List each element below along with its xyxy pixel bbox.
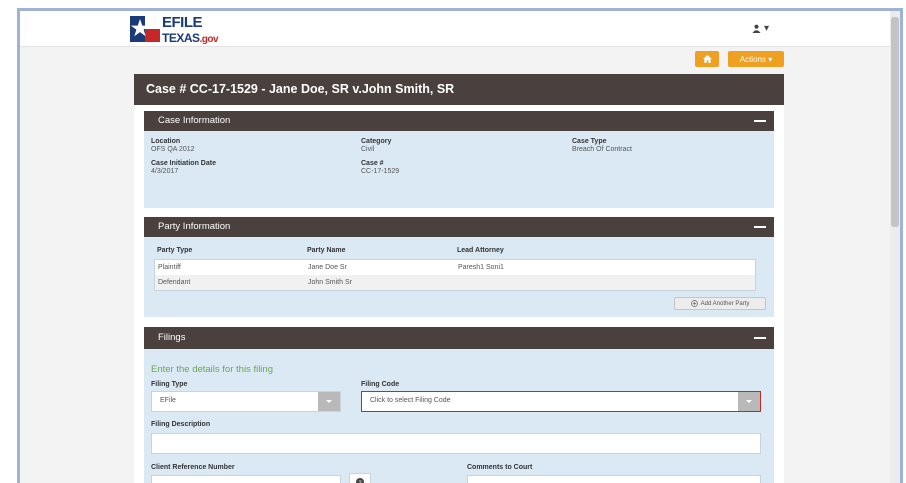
party-info-title: Party Information — [158, 221, 231, 232]
filing-code-label: Filing Code — [361, 381, 400, 388]
filing-code-placeholder: Click to select Filing Code — [370, 397, 451, 404]
location-value: OFS QA 2012 — [151, 146, 195, 153]
user-menu[interactable]: ▾ — [752, 23, 769, 34]
add-another-party-button[interactable]: Add Another Party — [674, 297, 766, 310]
collapse-icon[interactable] — [754, 120, 766, 122]
case-panel: Case Information Location OFS QA 2012 Ca… — [134, 105, 784, 483]
client-reference-input[interactable] — [151, 475, 341, 483]
browser-frame: EFILE TEXAS.gov ▾ Actions ▾ Case # CC-17… — [17, 8, 903, 483]
efile-texas-logo[interactable]: EFILE TEXAS.gov — [130, 13, 219, 45]
logo-efile: EFILE — [162, 13, 203, 31]
scrollbar-thumb[interactable] — [891, 17, 899, 227]
case-title: Case # CC-17-1529 - Jane Doe, SR v.John … — [134, 74, 784, 105]
category-label: Category — [361, 138, 392, 145]
location-label: Location — [151, 138, 181, 145]
party-type-cell: Defendant — [158, 279, 191, 286]
filing-description-input[interactable] — [151, 433, 761, 454]
initiation-date-label: Case Initiation Date — [151, 160, 216, 167]
party-name-cell: John Smith Sr — [308, 279, 352, 286]
col-lead-attorney: Lead Attorney — [457, 247, 504, 254]
table-row[interactable]: Defendant John Smith Sr — [155, 275, 755, 290]
party-info-header[interactable]: Party Information — [144, 217, 774, 237]
party-name-cell: Jane Doe Sr — [308, 264, 347, 271]
chevron-down-icon[interactable] — [318, 392, 340, 411]
filing-description-label: Filing Description — [151, 421, 211, 428]
collapse-icon[interactable] — [754, 337, 766, 339]
col-party-type: Party Type — [157, 247, 193, 254]
collapse-icon[interactable] — [754, 226, 766, 228]
texas-star-icon — [130, 16, 160, 42]
comments-label: Comments to Court — [467, 464, 533, 471]
add-party-label: Add Another Party — [700, 300, 750, 307]
question-icon: ? — [356, 478, 364, 483]
actions-dropdown-button[interactable]: Actions ▾ — [728, 51, 784, 67]
logo-texas-word: TEXAS — [162, 30, 200, 45]
filings-subtitle: Enter the details for this filing — [151, 364, 273, 375]
case-type-value: Breach Of Contract — [572, 146, 632, 153]
plus-circle-icon — [690, 300, 698, 307]
lead-attorney-cell: Paresh1 Soni1 — [458, 264, 504, 271]
case-info-body: Location OFS QA 2012 Category Civil Case… — [144, 131, 774, 208]
col-party-name: Party Name — [307, 247, 346, 254]
case-info-header[interactable]: Case Information — [144, 111, 774, 131]
top-navbar: EFILE TEXAS.gov ▾ — [20, 11, 900, 47]
party-type-cell: Plaintiff — [158, 264, 181, 271]
filings-header[interactable]: Filings — [144, 327, 774, 349]
party-table-header: Party Type Party Name Lead Attorney — [154, 243, 764, 257]
party-info-body: Party Type Party Name Lead Attorney Plai… — [144, 237, 774, 317]
chevron-down-icon[interactable] — [738, 392, 760, 411]
help-button[interactable]: ? — [349, 473, 371, 483]
initiation-date-value: 4/3/2017 — [151, 168, 179, 175]
user-icon — [752, 24, 761, 33]
filing-type-select[interactable]: EFile — [151, 391, 341, 412]
filings-title: Filings — [158, 332, 186, 343]
chevron-down-icon: ▾ — [764, 23, 770, 34]
filing-type-label: Filing Type — [151, 381, 188, 388]
filings-body: Enter the details for this filing Filing… — [144, 349, 774, 483]
logo-gov: .gov — [199, 33, 219, 45]
table-row[interactable]: Plaintiff Jane Doe Sr Paresh1 Soni1 — [155, 260, 755, 275]
case-type-label: Case Type — [572, 138, 607, 145]
logo-texas: TEXAS.gov — [162, 30, 219, 45]
comments-input[interactable] — [467, 475, 761, 483]
case-number-value: CC-17-1529 — [361, 168, 400, 175]
filing-code-select[interactable]: Click to select Filing Code — [361, 391, 761, 412]
party-table-body[interactable]: Plaintiff Jane Doe Sr Paresh1 Soni1 Defe… — [154, 259, 756, 291]
logo-text: EFILE TEXAS.gov — [162, 13, 219, 45]
page-scrollbar[interactable] — [890, 11, 900, 483]
case-number-label: Case # — [361, 160, 384, 167]
case-info-title: Case Information — [158, 115, 231, 126]
filing-type-value: EFile — [160, 397, 176, 404]
client-reference-label: Client Reference Number — [151, 464, 235, 471]
home-icon — [702, 55, 712, 63]
category-value: Civil — [361, 146, 375, 153]
home-button[interactable] — [695, 51, 719, 67]
